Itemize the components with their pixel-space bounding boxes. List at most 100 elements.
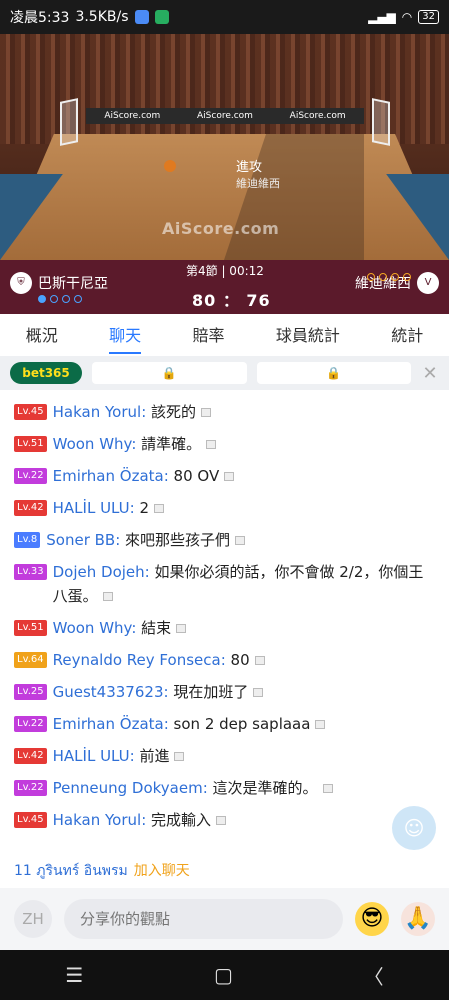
tab-odds[interactable]: 賠率 [192, 316, 224, 352]
message-body: Emirhan Özata: 80 OV [53, 464, 235, 488]
close-icon[interactable]: ✕ [421, 363, 439, 384]
odds-slot[interactable]: 🔒 [256, 362, 411, 384]
timeout-dot [74, 295, 82, 303]
tab-overview[interactable]: 概況 [26, 316, 58, 352]
chat-username[interactable]: HALİL ULU [53, 499, 130, 517]
language-button[interactable]: ZH [14, 900, 52, 938]
message-text: 請準確。 [141, 435, 202, 453]
battery-icon: 32 [418, 10, 439, 24]
chat-message: Lv.42 HALİL ULU: 2 [14, 496, 435, 520]
tab-chat[interactable]: 聊天 [109, 316, 142, 354]
odds-slot[interactable]: 🔒 [92, 362, 247, 384]
scoreboard: ⛨ 巴斯干尼亞 第4節 | 00:12 80 ： 76 維迪維西 V [0, 260, 449, 314]
translate-icon[interactable] [102, 592, 113, 601]
chat-username[interactable]: Penneung Dokyaem [53, 779, 203, 797]
translate-icon[interactable] [216, 816, 227, 825]
chat-message: Lv.33 Dojeh Dojeh: 如果你必須的話，你不會做 2/2，你個王八蛋… [14, 560, 435, 608]
home-timeouts [38, 295, 82, 303]
chat-message: Lv.22 Emirhan Özata: son 2 dep saplaaa [14, 712, 435, 736]
chat-username[interactable]: Soner BB [46, 531, 115, 549]
chat-username[interactable]: Woon Why [53, 435, 132, 453]
message-body: Guest4337623: 現在加班了 [53, 680, 264, 704]
watermark: AiScore.com [162, 219, 280, 238]
chat-username[interactable]: Emirhan Özata [53, 467, 164, 485]
chat-message: Lv.45 Hakan Yorul: 該死的 [14, 400, 435, 424]
chat-message: Lv.64 Reynaldo Rey Fonseca: 80 [14, 648, 435, 672]
message-body: HALİL ULU: 2 [53, 496, 165, 520]
menu-icon[interactable]: ☰ [65, 963, 83, 987]
hoop-right-icon [372, 98, 390, 146]
score: 80 ： 76 [192, 291, 271, 310]
level-badge: Lv.45 [14, 404, 47, 420]
translate-icon[interactable] [174, 752, 185, 761]
message-text: 結束 [141, 619, 172, 637]
translate-icon[interactable] [322, 784, 333, 793]
away-timeouts [367, 273, 411, 281]
home-team-name[interactable]: 巴斯干尼亞 [38, 273, 108, 293]
translate-icon[interactable] [206, 440, 217, 449]
notification-icon [134, 10, 149, 24]
username-separator: : [202, 779, 213, 797]
chat-username[interactable]: Dojeh Dojeh [53, 563, 145, 581]
level-badge: Lv.33 [14, 564, 47, 580]
pray-emoji-icon[interactable]: 🙏 [401, 902, 435, 936]
level-badge: Lv.42 [14, 500, 47, 516]
level-badge: Lv.22 [14, 716, 47, 732]
message-text: 來吧那些孩子們 [125, 531, 231, 549]
chat-message: Lv.8 Soner BB: 來吧那些孩子們 [14, 528, 435, 552]
translate-icon[interactable] [254, 656, 265, 665]
level-badge: Lv.45 [14, 812, 47, 828]
message-body: Hakan Yorul: 該死的 [53, 400, 212, 424]
message-body: Dojeh Dojeh: 如果你必須的話，你不會做 2/2，你個王八蛋。 [53, 560, 435, 608]
tab-bar: 概況 聊天 賠率 球員統計 統計 [0, 314, 449, 354]
home-icon[interactable]: ▢ [214, 963, 233, 987]
bet365-button[interactable]: bet365 [10, 362, 82, 384]
join-chat-link[interactable]: 加入聊天 [134, 863, 190, 879]
translate-icon[interactable] [224, 472, 235, 481]
username-separator: : [129, 747, 140, 765]
tab-stats[interactable]: 統計 [391, 316, 423, 352]
translate-icon[interactable] [176, 624, 187, 633]
chat-username[interactable]: Woon Why [53, 619, 132, 637]
ad-text: AiScore.com [289, 111, 346, 121]
translate-icon[interactable] [253, 688, 264, 697]
username-separator: : [163, 715, 174, 733]
chat-input-bar: ZH 😎 🙏 [0, 888, 449, 950]
live-court: AiScore.com AiScore.com AiScore.com 進攻 維… [0, 34, 449, 260]
status-bar: 凌晨5:33 3.5KB/s ▂▄▆ ◠ 32 [0, 0, 449, 34]
chat-username[interactable]: Hakan Yorul [53, 811, 142, 829]
chat-username[interactable]: Guest4337623 [53, 683, 164, 701]
translate-icon[interactable] [235, 536, 246, 545]
betting-bar: bet365 🔒 🔒 ✕ [0, 356, 449, 390]
attack-label: 進攻 [236, 160, 263, 175]
timeout-dot [62, 295, 70, 303]
attack-indicator: 進攻 維迪維西 [236, 156, 280, 191]
chat-input[interactable] [64, 899, 343, 939]
username-separator: : [131, 619, 142, 637]
tab-player-stats[interactable]: 球員統計 [276, 316, 340, 352]
message-body: Emirhan Özata: son 2 dep saplaaa [53, 712, 326, 736]
sunglasses-emoji-icon[interactable]: 😎 [355, 902, 389, 936]
message-text: 完成輸入 [151, 811, 212, 829]
back-icon[interactable]: 〈 [364, 961, 384, 990]
level-badge: Lv.25 [14, 684, 47, 700]
ad-text: AiScore.com [104, 111, 161, 121]
level-badge: Lv.51 [14, 436, 47, 452]
chat-username[interactable]: Reynaldo Rey Fonseca [53, 651, 221, 669]
chat-username[interactable]: Emirhan Özata [53, 715, 164, 733]
translate-icon[interactable] [154, 504, 165, 513]
lock-icon: 🔒 [161, 366, 177, 380]
timeout-dot [367, 273, 375, 281]
message-text: 現在加班了 [173, 683, 249, 701]
translate-icon[interactable] [201, 408, 212, 417]
chat-bot-button[interactable]: ☺ [392, 806, 436, 850]
chat-username[interactable]: Hakan Yorul [53, 403, 142, 421]
chat-list[interactable]: Lv.45 Hakan Yorul: 該死的 Lv.51 Woon Why: 請準確。… [0, 392, 449, 860]
chat-username[interactable]: HALİL ULU [53, 747, 130, 765]
translate-icon[interactable] [315, 720, 326, 729]
level-badge: Lv.51 [14, 620, 47, 636]
message-body: Penneung Dokyaem: 這次是準確的。 [53, 776, 333, 800]
level-badge: Lv.22 [14, 780, 47, 796]
username-separator: : [144, 563, 155, 581]
attack-team: 維迪維西 [236, 177, 280, 190]
